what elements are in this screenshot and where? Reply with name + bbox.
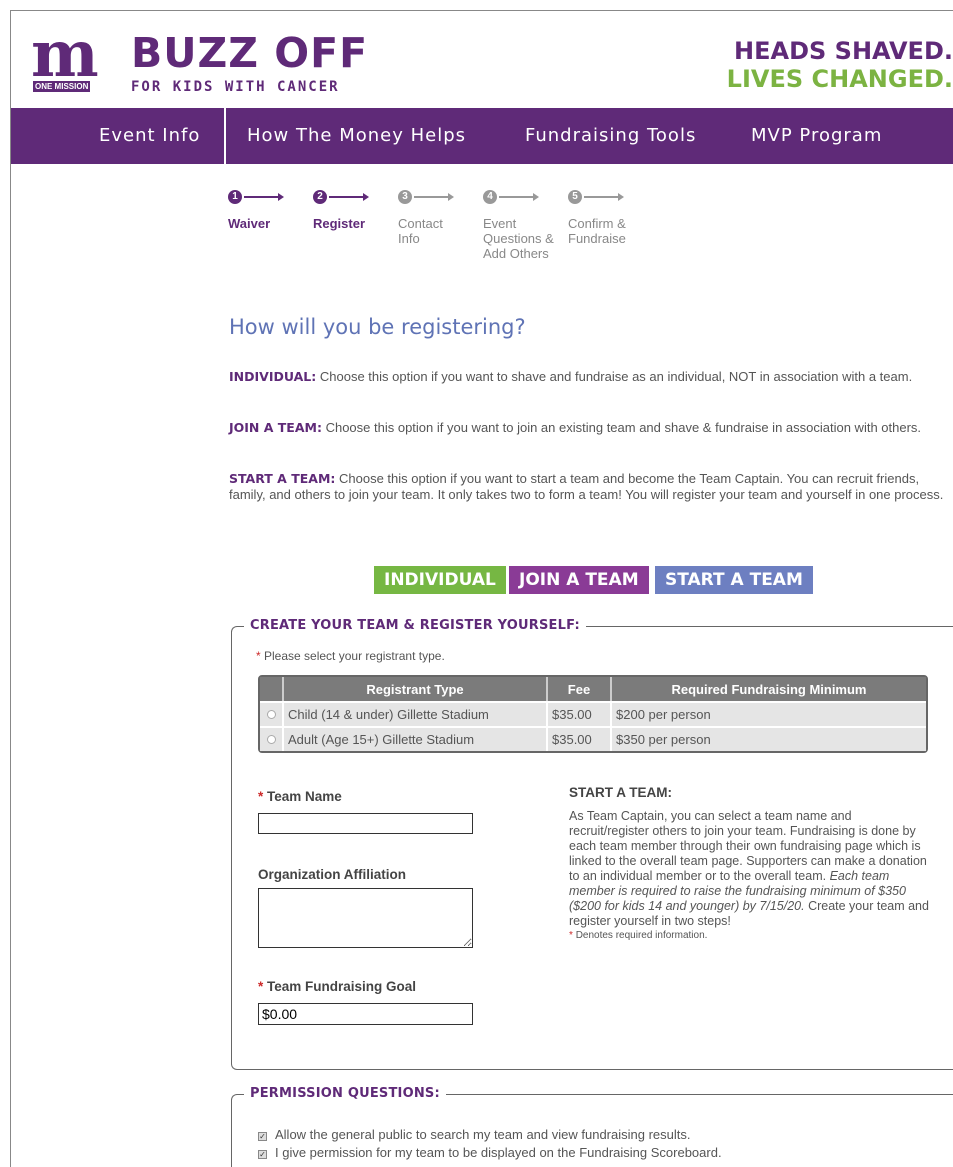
required-asterisk: * xyxy=(258,789,264,804)
org-affiliation-label: Organization Affiliation xyxy=(258,867,406,882)
radio-cell xyxy=(260,726,284,751)
logo-letter: m xyxy=(31,17,99,92)
nav-item-fundraising-tools[interactable]: Fundraising Tools xyxy=(525,108,696,164)
radio-column-header xyxy=(260,677,284,701)
arrow-right-icon xyxy=(414,193,454,201)
individual-title: INDIVIDUAL: xyxy=(229,369,317,384)
join-title: JOIN A TEAM: xyxy=(229,420,322,435)
step-confirm-fundraise: 5 Confirm & Fundraise xyxy=(568,190,650,246)
required-asterisk: * xyxy=(569,930,573,941)
start-team-info: START A TEAM: As Team Captain, you can s… xyxy=(569,785,933,942)
main-nav: Event Info How The Money Helps Fundraisi… xyxy=(11,108,953,164)
logo-subtext: ONE MISSION xyxy=(33,81,91,92)
step-number: 5 xyxy=(568,190,582,204)
team-goal-label: * Team Fundraising Goal xyxy=(258,979,416,994)
join-description: JOIN A TEAM: Choose this option if you w… xyxy=(229,420,949,436)
tagline-lives-changed: LIVES CHANGED. xyxy=(726,65,953,93)
table-row[interactable]: Adult (Age 15+) Gillette Stadium $35.00 … xyxy=(260,726,926,751)
nav-item-mvp-program[interactable]: MVP Program xyxy=(751,108,882,164)
nav-divider xyxy=(224,108,226,164)
registrant-radio-child[interactable] xyxy=(266,710,276,719)
nav-item-how-money-helps[interactable]: How The Money Helps xyxy=(247,108,466,164)
permission-fieldset: PERMISSION QUESTIONS: ✓ Allow the general… xyxy=(231,1086,953,1167)
col-fundraising-minimum: Required Fundraising Minimum xyxy=(612,677,926,701)
minimum-cell: $200 per person xyxy=(612,701,926,726)
team-goal-label-text: Team Fundraising Goal xyxy=(267,979,417,994)
required-info-note: * Denotes required information. xyxy=(569,930,933,942)
start-description: START A TEAM: Choose this option if you … xyxy=(229,471,949,503)
step-number: 2 xyxy=(313,190,327,204)
join-text: Choose this option if you want to join a… xyxy=(325,420,922,435)
start-team-info-title: START A TEAM: xyxy=(569,785,672,800)
join-team-button[interactable]: JOIN A TEAM xyxy=(509,566,649,594)
start-text: Choose this option if you want to start … xyxy=(229,471,944,502)
step-number: 3 xyxy=(398,190,412,204)
step-label: Waiver xyxy=(228,216,271,231)
search-permission-checkbox[interactable]: ✓ xyxy=(258,1132,267,1141)
team-goal-input[interactable] xyxy=(258,1003,473,1025)
fee-cell: $35.00 xyxy=(548,701,612,726)
col-registrant-type: Registrant Type xyxy=(284,677,548,701)
arrow-right-icon xyxy=(329,193,369,201)
registrant-type-note: * Please select your registrant type. xyxy=(256,649,445,663)
required-asterisk: * xyxy=(256,649,261,663)
scoreboard-permission-checkbox[interactable]: ✓ xyxy=(258,1150,267,1159)
tagline-heads-shaved: HEADS SHAVED. xyxy=(734,37,953,65)
brand-title: BUZZ OFF xyxy=(131,29,369,77)
required-info-text: Denotes required information. xyxy=(575,930,708,941)
create-team-legend: CREATE YOUR TEAM & REGISTER YOURSELF: xyxy=(244,618,586,633)
one-mission-logo[interactable]: m ONE MISSION xyxy=(31,23,119,92)
nav-item-event-info[interactable]: Event Info xyxy=(99,108,200,164)
start-team-button[interactable]: START A TEAM xyxy=(655,566,813,594)
fee-cell: $35.00 xyxy=(548,726,612,751)
step-waiver: 1 Waiver xyxy=(228,190,318,231)
permission-item-scoreboard: ✓ I give permission for my team to be dis… xyxy=(258,1145,722,1160)
individual-button[interactable]: INDIVIDUAL xyxy=(374,566,506,594)
step-label: Contact Info xyxy=(398,216,443,246)
team-name-input[interactable] xyxy=(258,813,473,834)
table-row[interactable]: Child (14 & under) Gillette Stadium $35.… xyxy=(260,701,926,726)
step-label: Register xyxy=(313,216,366,231)
step-register: 2 Register xyxy=(313,190,403,231)
start-title: START A TEAM: xyxy=(229,471,336,486)
org-affiliation-textarea[interactable] xyxy=(258,888,473,948)
step-number: 4 xyxy=(483,190,497,204)
col-fee: Fee xyxy=(548,677,612,701)
individual-text: Choose this option if you want to shave … xyxy=(319,369,913,384)
permission-legend: PERMISSION QUESTIONS: xyxy=(244,1086,446,1101)
arrow-right-icon xyxy=(584,193,624,201)
step-contact-info: 3 Contact Info xyxy=(398,190,460,246)
permission-search-text: Allow the general public to search my te… xyxy=(275,1127,691,1142)
permission-scoreboard-text: I give permission for my team to be disp… xyxy=(275,1145,722,1160)
step-label: Event Questions & Add Others xyxy=(483,216,554,261)
registrant-radio-adult[interactable] xyxy=(266,735,276,744)
registrant-type-table: Registrant Type Fee Required Fundraising… xyxy=(258,675,928,753)
page-heading: How will you be registering? xyxy=(229,315,526,339)
registrant-type-cell: Adult (Age 15+) Gillette Stadium xyxy=(284,726,548,751)
team-name-label: * Team Name xyxy=(258,789,342,804)
site-header: m ONE MISSION BUZZ OFF FOR KIDS WITH CAN… xyxy=(11,11,953,108)
step-event-questions: 4 Event Questions & Add Others xyxy=(483,190,563,261)
minimum-cell: $350 per person xyxy=(612,726,926,751)
registrant-note-text: Please select your registrant type. xyxy=(264,649,445,663)
arrow-right-icon xyxy=(499,193,539,201)
step-label: Confirm & Fundraise xyxy=(568,216,626,246)
required-asterisk: * xyxy=(258,979,264,994)
registration-steps: 1 Waiver 2 Register 3 Contact Info 4 Eve… xyxy=(228,190,688,290)
radio-cell xyxy=(260,701,284,726)
permission-item-search: ✓ Allow the general public to search my t… xyxy=(258,1127,691,1142)
step-number: 1 xyxy=(228,190,242,204)
create-team-fieldset: CREATE YOUR TEAM & REGISTER YOURSELF: * … xyxy=(231,618,953,1070)
registrant-type-cell: Child (14 & under) Gillette Stadium xyxy=(284,701,548,726)
team-name-label-text: Team Name xyxy=(267,789,342,804)
brand-subtitle: FOR KIDS WITH CANCER xyxy=(131,79,340,95)
individual-description: INDIVIDUAL: Choose this option if you wa… xyxy=(229,369,949,385)
arrow-right-icon xyxy=(244,193,284,201)
